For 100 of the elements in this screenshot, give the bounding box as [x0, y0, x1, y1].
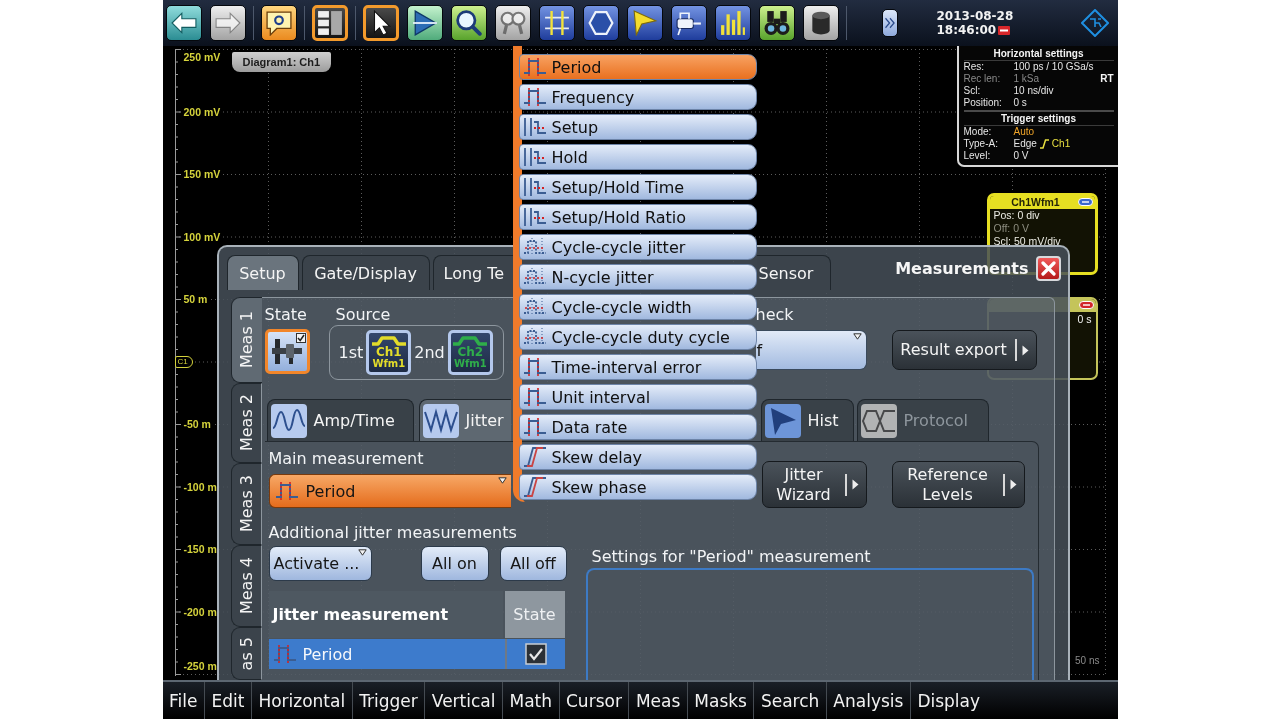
menu-item[interactable]: Cursor: [558, 682, 629, 719]
toolbar-button[interactable]: [802, 5, 839, 41]
axis-label: -150 m: [182, 543, 218, 556]
pulse-icon: [274, 481, 299, 501]
tab[interactable]: Sensor: [756, 255, 831, 290]
menu-item[interactable]: Edit: [203, 682, 251, 719]
action-button[interactable]: Activate ...: [268, 546, 372, 581]
minus-pill-icon[interactable]: [1078, 301, 1094, 309]
result-export-button[interactable]: Result export: [891, 330, 1037, 370]
menu-item[interactable]: Period: [518, 54, 757, 80]
setting-value: 10 ns/div: [1013, 85, 1055, 97]
axis-label: 200 mV: [182, 105, 222, 119]
column-header: State: [504, 591, 565, 638]
toolbar-button[interactable]: [450, 5, 487, 41]
menu-item[interactable]: Cycle-cycle jitter: [518, 234, 757, 260]
menu-item[interactable]: Display: [909, 682, 987, 719]
timing-icon: [522, 207, 547, 227]
menu-item[interactable]: Setup/Hold Time: [518, 174, 757, 200]
table-row[interactable]: Period: [268, 639, 565, 669]
category-tab[interactable]: Jitter: [418, 399, 511, 441]
tab[interactable]: Long Te: [432, 255, 513, 290]
date-text: 2013-08-28: [936, 9, 1014, 23]
menu-item[interactable]: Skew phase: [518, 474, 757, 500]
menu-item[interactable]: Masks: [686, 682, 754, 719]
toolbar-button[interactable]: [311, 5, 348, 41]
menu-item[interactable]: Vertical: [424, 682, 502, 719]
action-button[interactable]: All on: [420, 546, 489, 581]
dropdown-field[interactable]: f: [755, 330, 867, 370]
menu-item[interactable]: N-cycle jitter: [518, 264, 757, 290]
menu-item[interactable]: Data rate: [518, 414, 757, 440]
menu-item[interactable]: Time-interval error: [518, 354, 757, 380]
menu-item[interactable]: Search: [753, 682, 826, 719]
toolbar-button[interactable]: [260, 5, 297, 41]
menu-item[interactable]: Cycle-cycle duty cycle: [518, 324, 757, 350]
panel-heading: Trigger settings: [963, 110, 1114, 126]
timing-icon: [522, 177, 547, 197]
side-tab[interactable]: as 5: [230, 627, 262, 680]
toolbar-button[interactable]: [626, 5, 663, 41]
checkbox[interactable]: [524, 643, 547, 665]
menu-item[interactable]: Setup/Hold Ratio: [518, 204, 757, 230]
menu-button[interactable]: Jitter Wizard: [761, 461, 867, 508]
toolbar-button[interactable]: [582, 5, 619, 41]
setting-label: Position:: [963, 97, 1003, 109]
menu-item[interactable]: Skew delay: [518, 444, 757, 470]
side-tab[interactable]: Meas 3: [230, 463, 262, 545]
menu-item[interactable]: Trigger: [351, 682, 425, 719]
setting-value: Edge: [1013, 138, 1037, 150]
toolbar-button[interactable]: [362, 5, 399, 41]
channel-marker[interactable]: C1: [174, 356, 193, 368]
category-tab[interactable]: Amp/Time: [266, 399, 414, 441]
menu-item[interactable]: Frequency: [518, 84, 757, 110]
group-label: heck: [755, 305, 795, 325]
close-button[interactable]: [1035, 256, 1061, 281]
minus-pill-icon[interactable]: [1077, 198, 1093, 206]
waveform-title: Ch1Wfm1: [1010, 196, 1061, 208]
caret-icon: [497, 477, 507, 484]
menu-item[interactable]: Analysis: [825, 682, 910, 719]
side-tab[interactable]: Meas 1: [230, 297, 262, 383]
toolbar-button[interactable]: [406, 5, 443, 41]
diagram-tab[interactable]: Diagram1: Ch1: [231, 52, 332, 72]
toolbar-button[interactable]: [714, 5, 751, 41]
section-label: Settings for "Period" measurement: [590, 547, 872, 567]
group-label: State: [264, 305, 308, 325]
pulse-icon: [272, 644, 297, 664]
action-button[interactable]: All off: [499, 546, 567, 581]
source-button[interactable]: Ch1 Wfm1: [366, 330, 412, 375]
menu-item[interactable]: Unit interval: [518, 384, 757, 410]
state-button[interactable]: [264, 329, 310, 374]
menu-item[interactable]: Setup: [518, 114, 757, 140]
dotted-wave-icon: [522, 237, 547, 257]
tab[interactable]: Setup: [226, 255, 299, 290]
toolbar-button[interactable]: [758, 5, 795, 41]
toolbar-button[interactable]: [165, 5, 202, 41]
dropdown-field[interactable]: Period: [268, 474, 511, 508]
menu-item[interactable]: Math: [501, 682, 559, 719]
source-button[interactable]: Ch2 Wfm1: [447, 330, 493, 375]
mode-label: RT: [1100, 73, 1114, 85]
menu-button[interactable]: Reference Levels: [891, 461, 1025, 508]
menu-item[interactable]: Cycle-cycle width: [518, 294, 757, 320]
toolbar-button[interactable]: [881, 9, 898, 37]
waveform-icon: [270, 403, 307, 438]
speech-bubble-icon: [265, 10, 292, 36]
toolbar-button[interactable]: [538, 5, 575, 41]
menu-item[interactable]: Meas: [628, 682, 687, 719]
menu-item[interactable]: File: [162, 682, 204, 719]
tab[interactable]: Gate/Display: [301, 255, 430, 290]
side-tab[interactable]: Meas 2: [230, 383, 262, 463]
category-tab[interactable]: Hist: [760, 399, 854, 441]
setting-label: Res:: [963, 61, 986, 73]
double-chevron-icon: [883, 16, 896, 30]
tick-icon: [295, 333, 306, 343]
menu-item[interactable]: Horizontal: [250, 682, 352, 719]
probe-icon: [675, 10, 702, 36]
binoculars-icon: [763, 10, 790, 36]
side-tab[interactable]: Meas 4: [230, 545, 262, 627]
spectrum-icon: [719, 10, 746, 36]
rising-edge-icon: [1039, 139, 1049, 149]
toolbar-button[interactable]: [670, 5, 707, 41]
dotted-wave-icon: [522, 297, 547, 317]
menu-item[interactable]: Hold: [518, 144, 757, 170]
